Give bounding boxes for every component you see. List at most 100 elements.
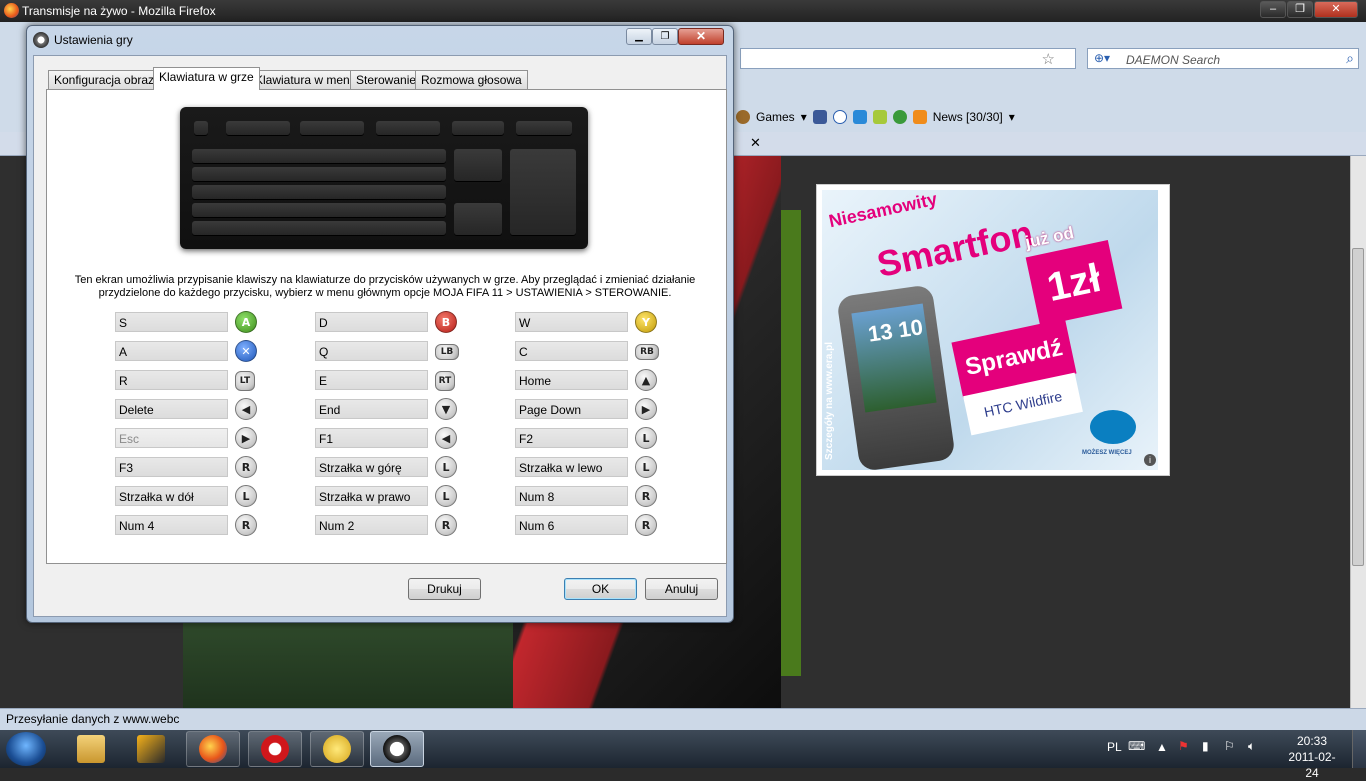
language-indicator[interactable]: PL	[1107, 740, 1122, 754]
back-button-icon: ◀	[435, 427, 457, 449]
clock-date: 2011-02-24	[1288, 750, 1336, 780]
binding-field-left-stick-left[interactable]: Strzałka w lewo	[515, 457, 628, 477]
left-stick-left-icon: L	[635, 456, 657, 478]
cancel-button[interactable]: Anuluj	[645, 578, 718, 600]
binding-field-A[interactable]: S	[115, 312, 228, 332]
firefox-icon	[199, 735, 227, 763]
button-x-icon: ✕	[235, 340, 257, 362]
binding-field-right-stick-left[interactable]: Num 4	[115, 515, 228, 535]
start-button[interactable]	[6, 732, 46, 766]
binding-field-dpad-left[interactable]: Delete	[115, 399, 228, 419]
status-text: Przesyłanie danych z www.webc	[6, 712, 180, 726]
binding-field-LT[interactable]: R	[115, 370, 228, 390]
binding-field-B[interactable]: D	[315, 312, 428, 332]
ad-side-text: Szczegóły na www.era.pl	[824, 342, 835, 460]
right-stick-click-icon: R	[235, 456, 257, 478]
binding-field-right-stick-down[interactable]: Num 2	[315, 515, 428, 535]
binding-field-Y[interactable]: W	[515, 312, 628, 332]
binding-field-RB[interactable]: C	[515, 341, 628, 361]
left-bumper-icon: LB	[435, 344, 459, 360]
left-stick-click-icon: L	[635, 427, 657, 449]
binding-field-RT[interactable]: E	[315, 370, 428, 390]
network-error-icon[interactable]: ⚑	[1178, 739, 1189, 753]
folder-icon	[77, 735, 105, 763]
battery-icon[interactable]: ▮	[1202, 739, 1209, 753]
binding-field-X[interactable]: A	[115, 341, 228, 361]
football-icon	[383, 735, 411, 763]
tray-expand-icon[interactable]: ▲	[1156, 740, 1168, 754]
lightning-icon	[137, 735, 165, 763]
ok-button[interactable]: OK	[564, 578, 637, 600]
binding-field-dpad-up[interactable]: Home	[515, 370, 628, 390]
facebook-icon[interactable]	[812, 110, 827, 124]
bookmark-star-icon[interactable]: ☆	[1042, 50, 1055, 68]
left-stick-up-icon: L	[435, 456, 457, 478]
network-icon[interactable]	[892, 110, 907, 124]
firefox-close-button[interactable]: ✕	[1314, 1, 1358, 18]
dialog-title: Ustawienia gry	[54, 33, 133, 47]
firefox-maximize-button[interactable]: ❐	[1287, 1, 1313, 18]
ad-info-icon[interactable]: i	[1144, 454, 1156, 466]
binding-field-left-stick-down[interactable]: Strzałka w dół	[115, 486, 228, 506]
show-desktop-button[interactable]	[1352, 730, 1366, 768]
left-trigger-icon: LT	[235, 371, 255, 391]
binding-field-right-stick-right[interactable]: Num 6	[515, 515, 628, 535]
dialog-close-button[interactable]: ✕	[678, 28, 724, 45]
binding-field-right-stick-up[interactable]: Num 8	[515, 486, 628, 506]
dialog-maximize-button[interactable]: ❐	[652, 28, 678, 45]
tray-clock[interactable]: 20:33 2011-02-24	[1282, 733, 1342, 781]
firefox-minimize-button[interactable]: –	[1260, 1, 1286, 18]
binding-field-dpad-down[interactable]: End	[315, 399, 428, 419]
football-pitch-image	[183, 620, 513, 708]
button-a-icon: A	[235, 311, 257, 333]
bookmark-games[interactable]: Games	[756, 110, 795, 124]
binding-field-right-stick-click[interactable]: F3	[115, 457, 228, 477]
era-logo	[1090, 410, 1136, 444]
volume-icon[interactable]: 🔈︎	[1248, 739, 1255, 754]
print-button[interactable]: Drukuj	[408, 578, 481, 600]
url-bar[interactable]: ☆	[740, 48, 1076, 69]
search-engine-icon[interactable]: ⊕▾	[1094, 51, 1110, 65]
tab-close-icon[interactable]: ✕	[750, 135, 761, 151]
keyboard-image	[180, 107, 588, 249]
right-stick-up-icon: R	[635, 485, 657, 507]
app-taskbar-button[interactable]	[124, 731, 178, 767]
binding-field-dpad-right[interactable]: Page Down	[515, 399, 628, 419]
left-stick-right-icon: L	[435, 485, 457, 507]
bookmark-news[interactable]: News [30/30]	[933, 110, 1003, 124]
notes-icon[interactable]	[872, 110, 887, 124]
weather-icon[interactable]	[852, 110, 867, 124]
keyboard-icon[interactable]: ⌨	[1128, 739, 1145, 753]
dpad-right-icon: ▶	[635, 398, 657, 420]
binding-field-left-stick-click[interactable]: F2	[515, 428, 628, 448]
dpad-down-icon: ▼	[435, 398, 457, 420]
tab-controls[interactable]: Sterowanie	[350, 70, 423, 89]
tab-in-game-keyboard[interactable]: Klawiatura w grze	[153, 67, 260, 90]
history-icon[interactable]	[832, 110, 847, 124]
binding-field-left-stick-up[interactable]: Strzałka w górę	[315, 457, 428, 477]
firefox-window-title: Transmisje na żywo - Mozilla Firefox	[22, 4, 216, 18]
dialog-minimize-button[interactable]: ▁	[626, 28, 652, 45]
binding-field-LB[interactable]: Q	[315, 341, 428, 361]
tab-menu-keyboard[interactable]: Klawiatura w menu	[249, 70, 363, 89]
description-line-2: przydzielone do każdego przycisku, wybie…	[98, 287, 672, 299]
start-button-icon: ▶	[235, 427, 257, 449]
left-stick-down-icon: L	[235, 485, 257, 507]
scrollbar-thumb[interactable]	[1352, 248, 1364, 566]
bookmarks-toolbar: Games ▾ News [30/30] ▾	[736, 108, 1015, 126]
binding-field-left-stick-right[interactable]: Strzałka w prawo	[315, 486, 428, 506]
search-bar[interactable]: ⊕▾ DAEMON Search ⌕	[1087, 48, 1359, 69]
firefox-taskbar-button[interactable]	[186, 731, 240, 767]
action-center-icon[interactable]: ⚐	[1224, 739, 1235, 753]
fifa-taskbar-button[interactable]	[370, 731, 424, 767]
opera-taskbar-button[interactable]	[248, 731, 302, 767]
tab-voice-chat[interactable]: Rozmowa głosowa	[415, 70, 528, 89]
right-trigger-icon: RT	[435, 371, 455, 391]
tab-video-config[interactable]: Konfiguracja obrazu	[48, 70, 167, 89]
dpad-up-icon: ▲	[635, 369, 657, 391]
search-icon[interactable]: ⌕	[1346, 50, 1354, 67]
lightbulb-taskbar-button[interactable]	[310, 731, 364, 767]
ad-brand-tag: MOŻESZ WIĘCEJ	[1082, 450, 1132, 456]
explorer-taskbar-button[interactable]	[64, 731, 118, 767]
binding-field-back[interactable]: F1	[315, 428, 428, 448]
